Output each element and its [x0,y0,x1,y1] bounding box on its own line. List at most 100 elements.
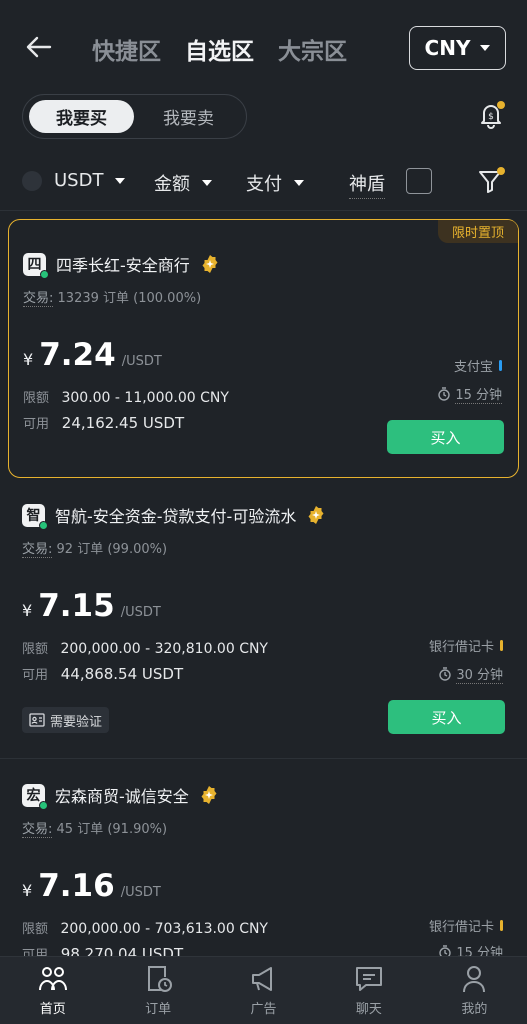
payment-method-label: 银行借记卡 [428,640,494,655]
caret-down-icon [294,180,304,186]
available-label: 可用 [23,417,50,432]
payment-method-label: 支付宝 [453,360,493,375]
online-dot-icon [39,520,48,530]
top-header: 快捷区 自选区 大宗区 CNY [0,0,527,96]
price-unit: /USDT [120,885,161,900]
price-value: 7.16 [38,868,115,904]
available-label: 可用 [22,948,49,956]
nav-chat-label: 聊天 [355,1002,382,1017]
sell-toggle[interactable]: 我要卖 [136,100,241,133]
back-arrow-icon [26,36,52,58]
nav-home-label: 首页 [39,1002,66,1017]
notification-bell-icon[interactable]: $ [476,100,506,130]
available-label: 可用 [22,668,49,683]
avatar: 宏 [22,783,48,810]
available-value: 98,270.04 USDT [60,945,184,956]
caret-down-icon [480,45,491,51]
payment-color-bar [500,920,503,931]
trade-stats: 交易: 13239 订单 (100.00%) [23,287,201,307]
currency-selector[interactable]: CNY [409,26,506,70]
shield-checkbox[interactable] [406,168,432,194]
available-row: 可用 24,162.45 USDT [23,413,184,432]
limit-label: 限额 [22,642,49,657]
price-value: 7.15 [38,588,115,624]
payment-filter[interactable]: 支付 [246,170,304,196]
caret-down-icon [202,180,212,186]
payment-method: 支付宝 [454,356,502,375]
nav-orders-label: 订单 [145,1002,172,1017]
verified-merchant-icon [202,255,218,273]
buy-sell-toggle: 我要买 我要卖 [22,94,247,139]
merchant-info[interactable]: 智 智航-安全资金-贷款支付-可验流水 [22,503,326,530]
megaphone-icon [251,967,272,991]
verification-required-tag: 需要验证 [22,707,110,733]
coin-filter[interactable]: USDT [22,170,126,191]
nav-orders[interactable]: 订单 [105,957,210,1024]
verified-merchant-icon [308,506,324,524]
payment-method: 银行借记卡 [429,916,503,935]
merchant-name: 宏森商贸-诚信安全 [55,787,189,806]
nav-ads[interactable]: 广告 [211,957,316,1024]
payment-filter-label: 支付 [246,174,282,195]
price-unit: /USDT [121,354,162,369]
nav-ads-label: 广告 [250,1002,277,1017]
verify-label: 需要验证 [50,714,103,730]
nav-chat[interactable]: 聊天 [316,957,421,1024]
amount-filter[interactable]: 金额 [154,170,212,196]
currency-symbol: ¥ [23,350,34,369]
pinned-badge: 限时置顶 [438,220,518,243]
available-row: 可用 98,270.04 USDT [22,944,183,956]
trades-label: 交易: [22,822,53,838]
merchant-info[interactable]: 四 四季长红-安全商行 [23,252,220,279]
payment-method: 银行借记卡 [429,636,503,655]
trades-label: 交易: [22,542,53,558]
payment-color-bar [499,360,502,371]
buy-toggle[interactable]: 我要买 [29,100,134,133]
available-value: 24,162.45 USDT [61,414,185,432]
time-limit: 15 分钟 [437,384,502,404]
buy-button[interactable]: 买入 [387,420,504,454]
caret-down-icon [115,177,126,184]
timer-icon [439,945,452,956]
time-limit-value: 15 分钟 [456,942,503,956]
price-value: 7.24 [39,337,116,373]
price: ¥ 7.15 /USDT [22,588,161,624]
time-limit: 15 分钟 [438,942,503,956]
currency-symbol: ¥ [22,881,33,900]
profile-icon [463,966,486,993]
ad-card: 限时置顶 四 四季长红-安全商行 交易: 13239 订单 (100.00%) … [8,219,519,478]
filter-funnel-icon[interactable] [477,166,505,196]
nav-profile-label: 我的 [461,1002,488,1017]
available-row: 可用 44,868.54 USDT [22,664,183,683]
online-dot-icon [39,800,48,810]
payment-method-label: 银行借记卡 [428,920,494,935]
orders-icon [148,966,173,992]
verified-merchant-icon [201,786,217,804]
filter-divider [0,210,527,211]
tab-self-select[interactable]: 自选区 [185,32,254,66]
limit-label: 限额 [23,391,50,406]
trades-value: 45 订单 (91.90%) [56,822,168,837]
tab-quick[interactable]: 快捷区 [92,32,161,66]
time-limit-value: 30 分钟 [456,664,503,684]
nav-home[interactable]: 首页 [0,957,105,1024]
tab-bulk[interactable]: 大宗区 [278,32,347,66]
merchant-name: 智航-安全资金-贷款支付-可验流水 [55,507,297,526]
buy-button[interactable]: 买入 [388,700,505,734]
time-limit-value: 15 分钟 [455,384,502,404]
merchant-info[interactable]: 宏 宏森商贸-诚信安全 [22,783,219,810]
avatar: 智 [22,503,48,530]
nav-profile[interactable]: 我的 [422,957,527,1024]
price: ¥ 7.24 /USDT [23,337,162,373]
svg-text:$: $ [488,112,494,122]
limit-value: 200,000.00 - 320,810.00 CNY [60,641,268,657]
timer-icon [438,387,451,401]
back-button[interactable] [22,30,56,64]
currency-symbol: ¥ [22,601,33,620]
coin-filter-label: USDT [54,170,104,191]
price: ¥ 7.16 /USDT [22,868,161,904]
limit-value: 200,000.00 - 703,613.00 CNY [60,921,268,937]
currency-label: CNY [424,36,471,60]
ad-card: 宏 宏森商贸-诚信安全 交易: 45 订单 (91.90%) ¥ 7.16 /U… [8,762,519,956]
market-tabs: 快捷区 自选区 大宗区 [92,32,347,66]
